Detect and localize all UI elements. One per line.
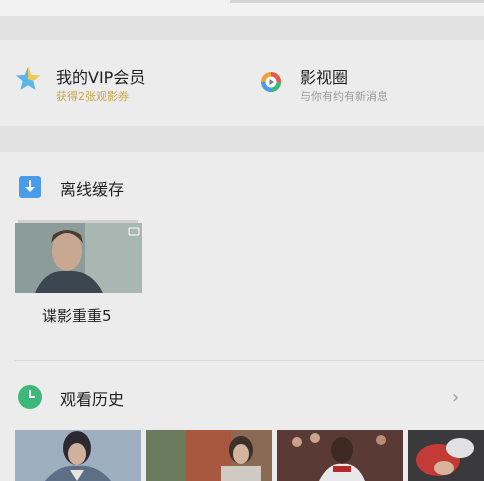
watch-history-title[interactable]: 观看历史 xyxy=(60,386,124,410)
section-spacer xyxy=(0,16,484,40)
play-circle-icon[interactable] xyxy=(260,71,282,93)
top-strip-edge xyxy=(230,0,484,3)
history-thumbnail[interactable] xyxy=(15,430,141,481)
top-strip xyxy=(0,0,484,16)
vip-star-icon[interactable] xyxy=(15,66,41,92)
circle-subtitle[interactable]: 与你有约有新消息 xyxy=(300,88,388,104)
offline-cache-title[interactable]: 离线缓存 xyxy=(60,176,124,200)
video-title[interactable]: 谍影重重5 xyxy=(42,305,112,326)
history-thumbnail[interactable] xyxy=(146,430,272,481)
history-thumbnail[interactable] xyxy=(277,430,403,481)
section-spacer xyxy=(0,126,484,152)
vip-title[interactable]: 我的VIP会员 xyxy=(56,64,145,88)
history-thumbnail[interactable] xyxy=(408,430,484,481)
chevron-right-icon[interactable]: › xyxy=(452,387,459,408)
video-thumbnail[interactable] xyxy=(15,223,142,293)
circle-title[interactable]: 影视圈 xyxy=(300,64,348,88)
download-icon xyxy=(19,176,41,198)
divider xyxy=(15,360,484,361)
vip-subtitle[interactable]: 获得2张观影券 xyxy=(56,88,129,104)
clock-icon xyxy=(18,385,42,409)
